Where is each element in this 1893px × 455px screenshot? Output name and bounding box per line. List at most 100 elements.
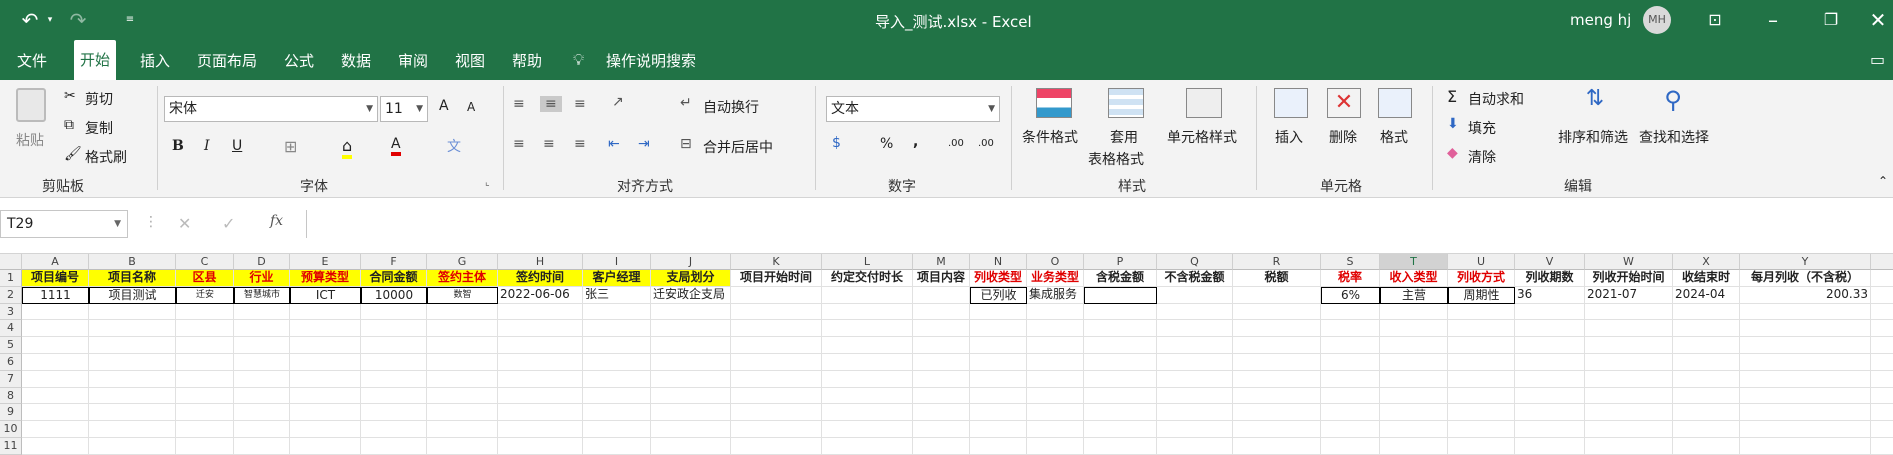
- header-cell-V[interactable]: 列收期数: [1515, 270, 1585, 287]
- row-header-2[interactable]: 2: [0, 286, 22, 304]
- row-header-6[interactable]: 6: [0, 354, 22, 371]
- align-top-icon[interactable]: ≡: [513, 96, 525, 112]
- empty-cell-U8[interactable]: [1448, 387, 1515, 405]
- empty-cell-P3[interactable]: [1084, 303, 1157, 321]
- shrink-font-button[interactable]: A: [467, 100, 475, 114]
- empty-cell-B6[interactable]: [89, 354, 176, 371]
- more-options-icon[interactable]: ⋮: [144, 214, 158, 230]
- font-size-select[interactable]: 11 ▼: [380, 96, 428, 122]
- empty-cell-T3[interactable]: [1380, 303, 1448, 321]
- fill-color-icon[interactable]: ⌂: [342, 136, 353, 159]
- column-header-X[interactable]: X: [1673, 254, 1740, 270]
- empty-cell-P9[interactable]: [1084, 404, 1157, 422]
- empty-cell-S5[interactable]: [1321, 337, 1380, 354]
- font-name-select[interactable]: 宋体 ▼: [164, 96, 378, 122]
- empty-cell-E9[interactable]: [290, 404, 361, 422]
- row-header-10[interactable]: 10: [0, 421, 22, 438]
- column-header-O[interactable]: O: [1027, 254, 1084, 270]
- empty-cell-F10[interactable]: [361, 421, 427, 438]
- empty-cell-A9[interactable]: [22, 404, 89, 422]
- empty-cell-M7[interactable]: [913, 370, 970, 388]
- currency-icon[interactable]: $: [832, 135, 841, 151]
- empty-cell-Y5[interactable]: [1740, 337, 1871, 354]
- empty-cell-O9[interactable]: [1027, 404, 1084, 422]
- column-header-E[interactable]: E: [290, 254, 361, 270]
- empty-cell-D11[interactable]: [234, 438, 290, 455]
- header-cell-Q[interactable]: 不含税金额: [1157, 270, 1233, 287]
- empty-cell-E11[interactable]: [290, 438, 361, 455]
- empty-cell-A5[interactable]: [22, 337, 89, 354]
- data-cell-X2[interactable]: 2024-04: [1673, 286, 1740, 304]
- empty-cell-M10[interactable]: [913, 421, 970, 438]
- empty-cell-K9[interactable]: [731, 404, 822, 422]
- row-header-9[interactable]: 9: [0, 404, 22, 422]
- empty-cell-H4[interactable]: [498, 320, 583, 338]
- restore-icon[interactable]: ❐: [1816, 6, 1846, 34]
- empty-cell-I8[interactable]: [583, 387, 651, 405]
- header-cell-E[interactable]: 预算类型: [290, 270, 361, 287]
- empty-cell-M5[interactable]: [913, 337, 970, 354]
- delete-cells-button[interactable]: 删除: [1329, 127, 1357, 147]
- empty-cell-M4[interactable]: [913, 320, 970, 338]
- empty-cell-H8[interactable]: [498, 387, 583, 405]
- format-cells-icon[interactable]: [1378, 88, 1412, 118]
- empty-cell-T4[interactable]: [1380, 320, 1448, 338]
- empty-cell-R5[interactable]: [1233, 337, 1321, 354]
- empty-cell-N11[interactable]: [970, 438, 1027, 455]
- format-painter-button[interactable]: 格式刷: [85, 147, 127, 167]
- empty-cell-F7[interactable]: [361, 370, 427, 388]
- row-header-4[interactable]: 4: [0, 320, 22, 338]
- cell-styles-icon[interactable]: [1186, 88, 1222, 118]
- empty-cell-C5[interactable]: [176, 337, 234, 354]
- decrease-indent-icon[interactable]: ⇤: [608, 136, 620, 152]
- empty-cell-H9[interactable]: [498, 404, 583, 422]
- empty-cell-L8[interactable]: [822, 387, 913, 405]
- column-header-W[interactable]: W: [1585, 254, 1673, 270]
- avatar[interactable]: MH: [1643, 6, 1671, 34]
- data-cell-J2[interactable]: 迁安政企支局: [651, 286, 731, 304]
- empty-cell-K6[interactable]: [731, 354, 822, 371]
- empty-cell-Q4[interactable]: [1157, 320, 1233, 338]
- empty-cell-T6[interactable]: [1380, 354, 1448, 371]
- empty-cell-J4[interactable]: [651, 320, 731, 338]
- close-icon[interactable]: ✕: [1863, 6, 1893, 34]
- empty-cell-X9[interactable]: [1673, 404, 1740, 422]
- insert-cells-button[interactable]: 插入: [1275, 127, 1303, 147]
- header-cell-Z[interactable]: [1871, 270, 1893, 287]
- tell-me-search[interactable]: 操作说明搜索: [606, 50, 696, 71]
- data-cell-M2[interactable]: [913, 286, 970, 304]
- empty-cell-M9[interactable]: [913, 404, 970, 422]
- tab-home[interactable]: 开始: [74, 40, 117, 80]
- empty-cell-M3[interactable]: [913, 303, 970, 321]
- empty-cell-L5[interactable]: [822, 337, 913, 354]
- column-header-L[interactable]: L: [822, 254, 913, 270]
- column-header-N[interactable]: N: [970, 254, 1027, 270]
- column-header-G[interactable]: G: [427, 254, 498, 270]
- column-header-Y[interactable]: Y: [1740, 254, 1871, 270]
- data-cell-Z2[interactable]: [1871, 287, 1893, 304]
- empty-cell-C9[interactable]: [176, 404, 234, 422]
- empty-cell-F9[interactable]: [361, 404, 427, 422]
- autosum-button[interactable]: 自动求和: [1468, 89, 1524, 109]
- empty-cell-G9[interactable]: [427, 404, 498, 422]
- header-cell-Y[interactable]: 每月列收（不含税）: [1740, 270, 1871, 287]
- ribbon-display-icon[interactable]: ⊡: [1700, 6, 1730, 34]
- empty-cell-C4[interactable]: [176, 320, 234, 338]
- format-as-table-label-1[interactable]: 套用: [1110, 127, 1138, 147]
- empty-cell-F6[interactable]: [361, 354, 427, 371]
- empty-cell-X8[interactable]: [1673, 387, 1740, 405]
- empty-cell-W3[interactable]: [1585, 303, 1673, 321]
- decrease-decimal-button[interactable]: .00: [978, 138, 994, 149]
- empty-cell-Y7[interactable]: [1740, 370, 1871, 388]
- header-cell-D[interactable]: 行业: [234, 270, 290, 287]
- header-cell-K[interactable]: 项目开始时间: [731, 270, 822, 287]
- empty-cell-G8[interactable]: [427, 387, 498, 405]
- empty-cell-K5[interactable]: [731, 337, 822, 354]
- empty-cell-P10[interactable]: [1084, 421, 1157, 438]
- conditional-format-icon[interactable]: [1036, 88, 1072, 118]
- empty-cell-Z10[interactable]: [1871, 421, 1893, 438]
- align-right-icon[interactable]: ≡: [574, 136, 586, 152]
- empty-cell-K7[interactable]: [731, 370, 822, 388]
- column-header-F[interactable]: F: [361, 254, 427, 270]
- format-as-table-icon[interactable]: [1108, 88, 1144, 118]
